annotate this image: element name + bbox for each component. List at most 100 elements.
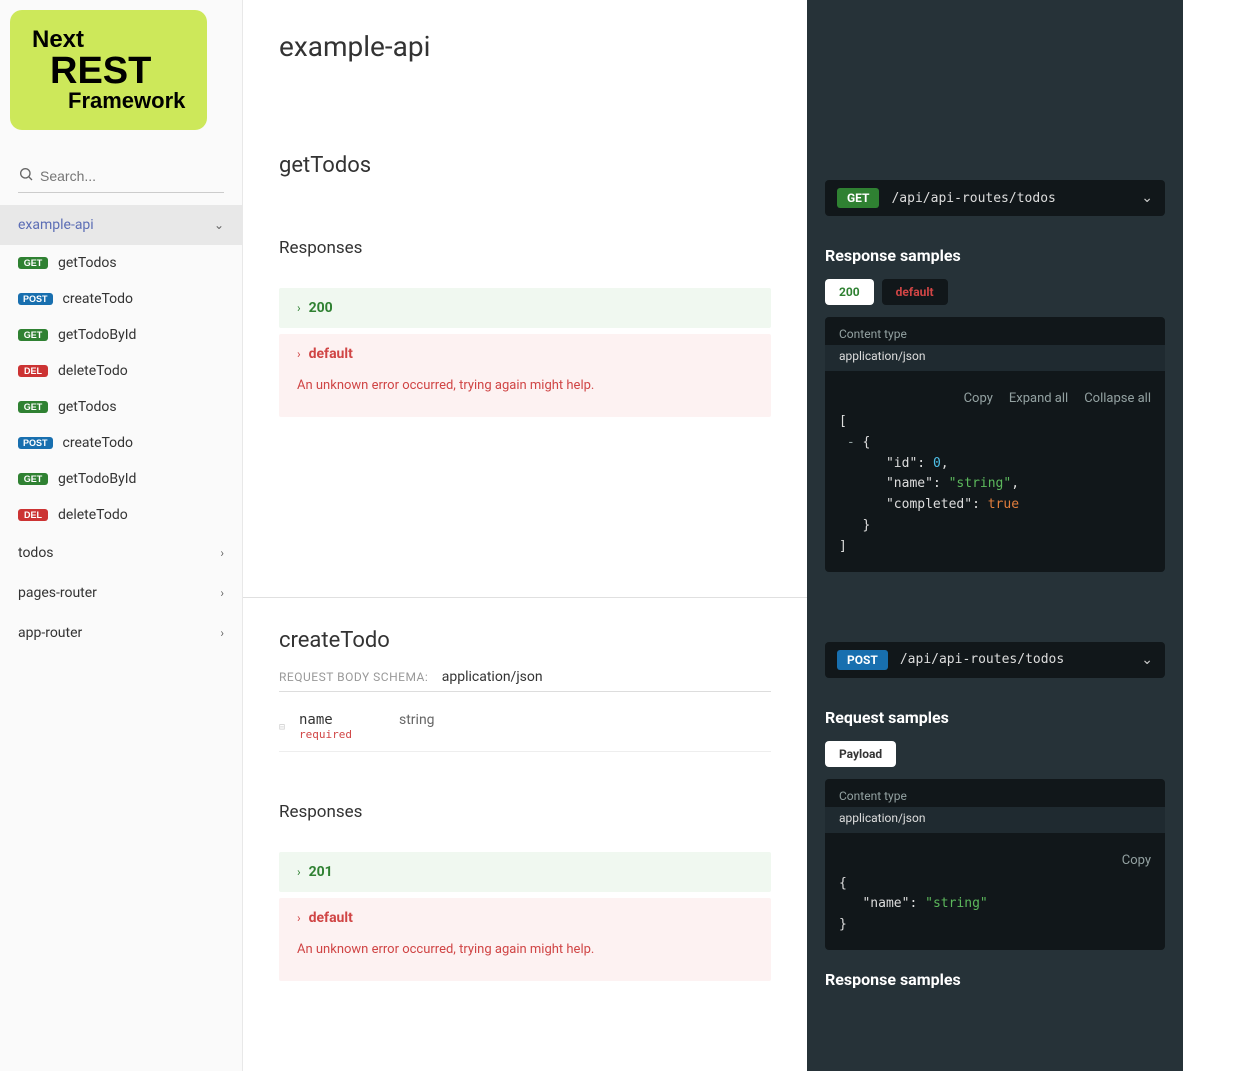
method-badge-del: DEL [18,365,48,377]
response-samples-heading: Response samples [825,246,1165,265]
sidebar-item-pages-router[interactable]: pages-router › [0,573,242,613]
request-content-type: application/json [442,669,543,685]
chevron-down-icon: ⌄ [1141,190,1153,206]
sidebar-item-label: createTodo [63,435,134,451]
tree-connector-icon: ⊟ [279,722,285,733]
response-code: 201 [309,864,333,880]
search-icon [18,166,34,186]
sidebar-item-label: todos [18,545,54,561]
method-badge-get: GET [18,473,48,485]
request-tabs: Payload [825,741,1165,767]
sidebar-item-label: getTodos [58,255,117,271]
method-badge-post: POST [18,437,53,449]
content-type-value: application/json [825,345,1165,371]
section-divider [243,597,807,598]
tab-payload[interactable]: Payload [825,741,896,767]
responses-heading: Responses [279,802,771,822]
sidebar-item-createtodo[interactable]: POST createTodo [0,425,242,461]
response-description: An unknown error occurred, trying again … [297,936,612,969]
chevron-right-icon: › [220,626,224,640]
content-type-label: Content type [839,789,1151,803]
request-samples-heading: Request samples [825,708,1165,727]
response-tabs: 200 default [825,279,1165,305]
method-badge-get: GET [18,401,48,413]
sidebar-item-deletetodo[interactable]: DEL deleteTodo [0,353,242,389]
field-name: name [299,712,399,728]
sidebar-item-createtodo[interactable]: POST createTodo [0,281,242,317]
copy-button[interactable]: Copy [964,391,993,406]
chevron-right-icon: › [297,911,301,925]
chevron-down-icon: ⌄ [1141,652,1153,668]
sidebar-item-label: getTodos [58,399,117,415]
sidebar-item-label: createTodo [63,291,134,307]
logo: Next REST Framework [0,0,242,140]
response-default[interactable]: › default An unknown error occurred, try… [279,334,771,417]
sidebar-item-label: deleteTodo [58,363,128,379]
page-title: example-api [279,30,771,63]
copy-button[interactable]: Copy [1122,853,1151,868]
response-default[interactable]: › default An unknown error occurred, try… [279,898,771,981]
collapse-toggle[interactable]: - [847,435,855,450]
method-badge-del: DEL [18,509,48,521]
endpoint-path: /api/api-routes/todos [891,191,1141,206]
endpoint-box[interactable]: GET /api/api-routes/todos ⌄ [825,180,1165,216]
content-type-value: application/json [825,807,1165,833]
response-200[interactable]: › 200 [279,288,771,328]
response-code: default [309,346,353,362]
json-sample: { "name": "string" } [825,874,1165,936]
endpoint-method-badge: GET [837,188,879,208]
chevron-down-icon: ⌄ [214,218,224,232]
responses-heading: Responses [279,238,771,258]
method-badge-post: POST [18,293,53,305]
sidebar-item-todos[interactable]: todos › [0,533,242,573]
logo-line2: REST [50,52,185,90]
response-code: 200 [309,300,333,316]
code-sample-box: Content type application/json Copy Expan… [825,317,1165,572]
response-description: An unknown error occurred, trying again … [297,372,612,405]
tab-default[interactable]: default [882,279,948,305]
response-samples-heading: Response samples [825,970,1165,989]
search-input[interactable] [40,168,224,184]
field-type: string [399,712,435,741]
chevron-right-icon: › [297,301,301,315]
schema-field-row: ⊟ name required string [279,702,771,752]
content-column: example-api getTodos Responses › 200 › d… [243,0,807,1071]
expand-all-button[interactable]: Expand all [1009,391,1068,406]
search-box[interactable] [18,160,224,193]
sidebar-item-label: getTodoById [58,471,136,487]
chevron-right-icon: › [220,546,224,560]
operation-title: createTodo [279,628,771,653]
logo-line1: Next [32,28,185,52]
sidebar-group-example-api[interactable]: example-api ⌄ [0,205,242,245]
request-schema-label: REQUEST BODY SCHEMA: [279,670,428,684]
sidebar-item-gettodobyid[interactable]: GET getTodoById [0,317,242,353]
sidebar-item-gettodos[interactable]: GET getTodos [0,389,242,425]
response-code: default [309,910,353,926]
required-label: required [299,728,399,741]
chevron-right-icon: › [220,586,224,600]
sidebar-item-label: pages-router [18,585,97,601]
sidebar-group-label: example-api [18,217,94,233]
endpoint-path: /api/api-routes/todos [900,652,1141,667]
sidebar-item-app-router[interactable]: app-router › [0,613,242,653]
method-badge-get: GET [18,329,48,341]
sidebar-item-gettodobyid[interactable]: GET getTodoById [0,461,242,497]
collapse-all-button[interactable]: Collapse all [1084,391,1151,406]
chevron-right-icon: › [297,347,301,361]
endpoint-method-badge: POST [837,650,888,670]
tab-200[interactable]: 200 [825,279,874,305]
operation-title: getTodos [279,153,771,178]
sidebar-item-gettodos[interactable]: GET getTodos [0,245,242,281]
sidebar: Next REST Framework example-api ⌄ GET ge… [0,0,243,1071]
sidebar-item-label: deleteTodo [58,507,128,523]
code-sample-box: Content type application/json Copy { "na… [825,779,1165,950]
sidebar-item-label: app-router [18,625,82,641]
method-badge-get: GET [18,257,48,269]
response-201[interactable]: › 201 [279,852,771,892]
json-sample: [ - { "id": 0, "name": "string", "comple… [825,412,1165,558]
sidebar-item-label: getTodoById [58,327,136,343]
endpoint-box[interactable]: POST /api/api-routes/todos ⌄ [825,642,1165,678]
logo-line3: Framework [68,90,185,112]
content-type-label: Content type [839,327,1151,341]
sidebar-item-deletetodo[interactable]: DEL deleteTodo [0,497,242,533]
